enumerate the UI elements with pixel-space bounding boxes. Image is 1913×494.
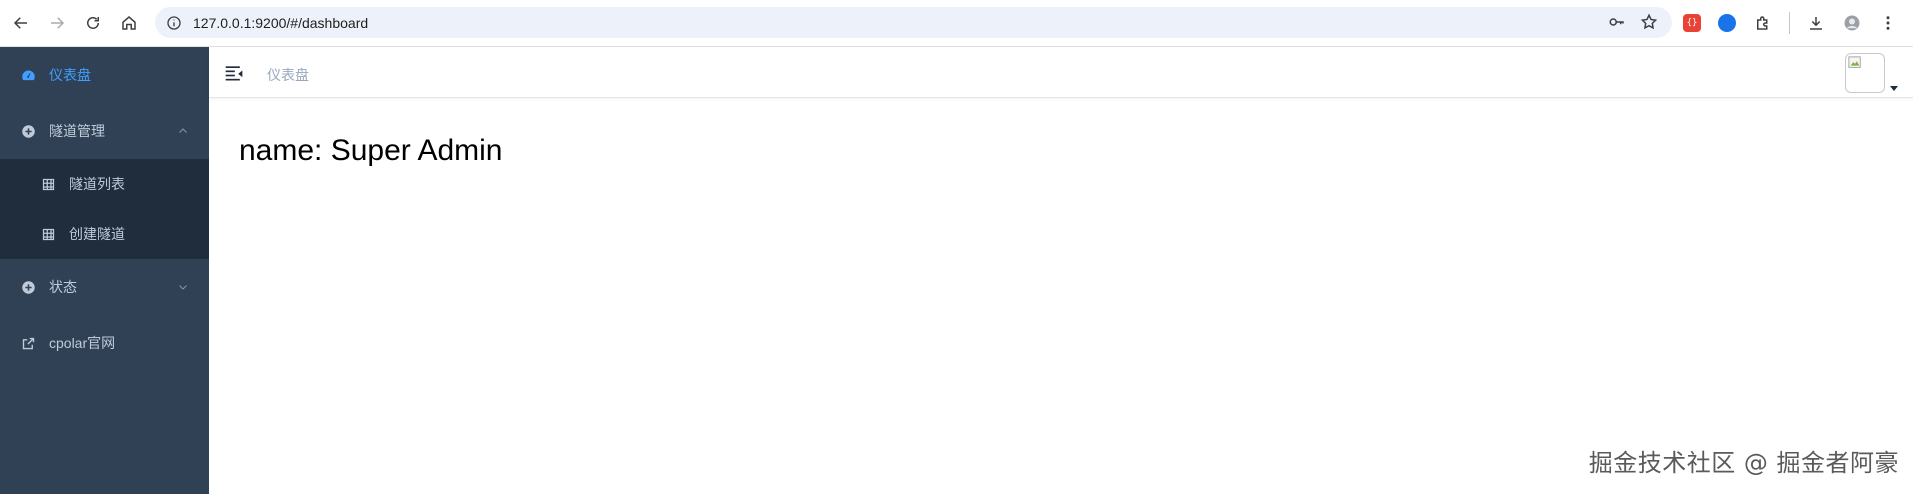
dashboard-icon xyxy=(20,67,36,83)
avatar[interactable] xyxy=(1845,53,1885,93)
sidebar-item-label: cpolar官网 xyxy=(49,335,116,351)
external-link-icon xyxy=(20,335,36,351)
table-icon xyxy=(40,176,56,192)
sidebar: 仪表盘 隧道管理 隧道列表 创建隧道 状态 cpolar官网 xyxy=(0,47,209,494)
plus-circle-icon xyxy=(20,279,36,295)
blue-extension-icon[interactable] xyxy=(1717,13,1737,33)
sidebar-item-label: 创建隧道 xyxy=(69,226,125,242)
dashboard-container: name: Super Admin 掘金技术社区 @ 掘金者阿豪 xyxy=(209,98,1913,494)
broken-image-icon xyxy=(1848,56,1861,68)
bookmark-star-icon[interactable] xyxy=(1640,13,1658,36)
site-info-icon[interactable] xyxy=(165,14,183,32)
table-icon xyxy=(40,226,56,242)
sidebar-item-create-tunnel[interactable]: 创建隧道 xyxy=(0,209,209,259)
sidebar-item-label: 状态 xyxy=(49,279,77,295)
sidebar-item-label: 仪表盘 xyxy=(49,67,91,83)
json-extension-icon[interactable]: {} xyxy=(1683,14,1701,32)
chevron-up-icon xyxy=(179,128,187,133)
sidebar-item-label: 隧道列表 xyxy=(69,176,125,192)
sidebar-item-tunnel-list[interactable]: 隧道列表 xyxy=(0,159,209,209)
sidebar-item-tunnel-management[interactable]: 隧道管理 xyxy=(0,103,209,159)
browser-menu-icon[interactable] xyxy=(1878,13,1898,33)
sidebar-item-status[interactable]: 状态 xyxy=(0,259,209,315)
browser-toolbar: 127.0.0.1:9200/#/dashboard {} xyxy=(0,0,1913,47)
reload-icon[interactable] xyxy=(75,5,111,41)
avatar-dropdown[interactable] xyxy=(1845,53,1899,93)
hamburger-icon[interactable] xyxy=(224,63,244,83)
address-bar[interactable]: 127.0.0.1:9200/#/dashboard xyxy=(155,7,1672,38)
extensions-puzzle-icon[interactable] xyxy=(1753,13,1773,33)
back-icon[interactable] xyxy=(3,5,39,41)
toolbar-divider xyxy=(1789,12,1790,34)
dashboard-name-text: name: Super Admin xyxy=(239,134,503,167)
password-key-icon[interactable] xyxy=(1608,13,1626,36)
sidebar-item-label: 隧道管理 xyxy=(49,123,105,139)
url-text[interactable]: 127.0.0.1:9200/#/dashboard xyxy=(193,15,368,31)
forward-icon[interactable] xyxy=(39,5,75,41)
profile-avatar-icon[interactable] xyxy=(1842,13,1862,33)
breadcrumb: 仪表盘 xyxy=(267,67,309,83)
home-icon[interactable] xyxy=(111,5,147,41)
caret-down-icon[interactable] xyxy=(1889,83,1899,93)
navbar: 仪表盘 xyxy=(209,47,1913,98)
watermark: 掘金技术社区 @ 掘金者阿豪 xyxy=(1588,449,1899,477)
plus-circle-icon xyxy=(20,123,36,139)
chevron-down-icon xyxy=(179,285,187,290)
tunnel-submenu: 隧道列表 创建隧道 xyxy=(0,159,209,259)
download-icon[interactable] xyxy=(1806,13,1826,33)
sidebar-item-dashboard[interactable]: 仪表盘 xyxy=(0,47,209,103)
sidebar-item-cpolar-website[interactable]: cpolar官网 xyxy=(0,315,209,371)
